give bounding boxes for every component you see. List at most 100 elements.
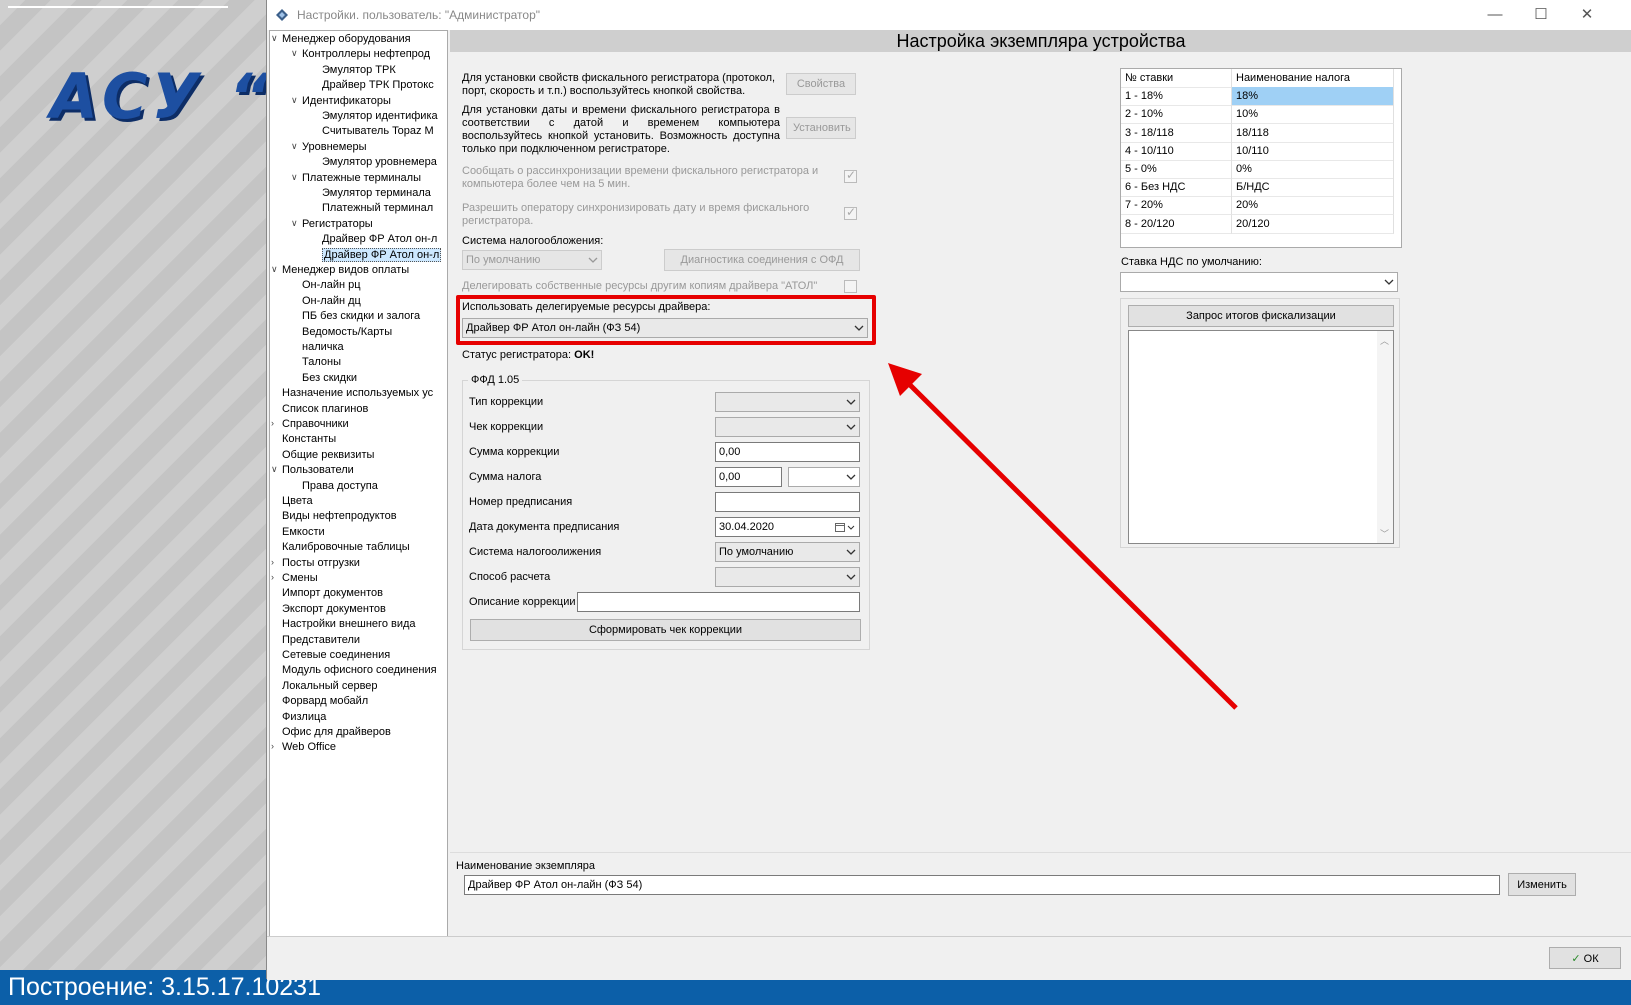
tree-item[interactable]: Драйвер ФР Атол он-л (322, 247, 442, 263)
prescription-date-picker[interactable]: 30.04.2020 (715, 517, 860, 537)
tree-item[interactable]: Эмулятор ТРК (322, 63, 396, 78)
table-cell[interactable]: 3 - 18/118 (1121, 123, 1232, 143)
tree-item[interactable]: Он-лайн дц (302, 294, 361, 309)
ffd-combo[interactable] (715, 392, 860, 412)
table-cell[interactable]: 4 - 10/110 (1121, 141, 1232, 161)
tree-item[interactable]: Без скидки (302, 371, 357, 386)
expand-toggle-icon[interactable]: › (271, 741, 274, 751)
tree-item[interactable]: Драйвер ФР Атол он-л (322, 232, 437, 247)
tree-item[interactable]: Драйвер ТРК Протокс (322, 78, 434, 93)
table-cell[interactable]: 20/120 (1232, 214, 1394, 234)
tree-item[interactable]: Идентификаторы (302, 94, 391, 109)
expand-toggle-icon[interactable]: › (271, 572, 274, 582)
tree-item[interactable]: Он-лайн рц (302, 278, 361, 293)
chevron-up-icon[interactable]: ︿ (1380, 334, 1389, 347)
expand-toggle-icon[interactable]: › (271, 557, 274, 567)
table-cell[interactable]: 1 - 18% (1121, 87, 1232, 107)
tree-item[interactable]: Сетевые соединения (282, 648, 390, 663)
chevron-down-icon[interactable]: ﹀ (1380, 527, 1389, 540)
table-cell[interactable]: 7 - 20% (1121, 196, 1232, 216)
ffd-input[interactable] (715, 492, 860, 512)
collapse-toggle-icon[interactable]: ∨ (291, 95, 298, 106)
tree-item[interactable]: Общие реквизиты (282, 448, 374, 463)
tree-item[interactable]: Импорт документов (282, 586, 383, 601)
notify-desync-checkbox[interactable] (844, 168, 857, 183)
collapse-toggle-icon[interactable]: ∨ (291, 141, 298, 152)
collapse-toggle-icon[interactable]: ∨ (291, 48, 298, 59)
ffd-input[interactable]: 0,00 (715, 442, 860, 462)
tree-item[interactable]: Форвард мобайл (282, 694, 368, 709)
rename-button[interactable]: Изменить (1508, 873, 1576, 896)
tree-item[interactable]: Платежные терминалы (302, 171, 421, 186)
collapse-toggle-icon[interactable]: ∨ (271, 464, 278, 475)
maximize-button[interactable]: ☐ (1518, 2, 1564, 28)
close-button[interactable]: ✕ (1564, 2, 1610, 28)
tree-item[interactable]: наличка (302, 340, 344, 355)
fiscal-results-memo[interactable]: ︿ ﹀ (1128, 330, 1394, 544)
tree-item[interactable]: Пользователи (282, 463, 354, 478)
ffd-combo[interactable]: По умолчанию (715, 542, 860, 562)
properties-button[interactable]: Свойства (786, 73, 856, 95)
table-cell[interactable]: 10/110 (1232, 141, 1394, 161)
tree-item[interactable]: Виды нефтепродуктов (282, 509, 397, 524)
allow-sync-checkbox[interactable] (844, 205, 857, 220)
table-cell[interactable]: 8 - 20/120 (1121, 214, 1232, 234)
tree-item[interactable]: Менеджер оборудования (282, 32, 411, 47)
ok-button[interactable]: ✓ ОК (1549, 947, 1621, 969)
tree-item[interactable]: Представители (282, 633, 360, 648)
collapse-toggle-icon[interactable]: ∨ (291, 172, 298, 183)
tree-item[interactable]: Эмулятор терминала (322, 186, 431, 201)
tree-item[interactable]: Посты отгрузки (282, 556, 360, 571)
memo-vertical-scrollbar[interactable]: ︿ ﹀ (1377, 331, 1393, 543)
tree-item[interactable]: Платежный терминал (322, 201, 433, 216)
tree-item[interactable]: Список плагинов (282, 402, 368, 417)
table-cell[interactable]: 6 - Без НДС (1121, 178, 1232, 198)
table-cell[interactable]: 18/118 (1232, 123, 1394, 143)
tree-item[interactable]: Экспорт документов (282, 602, 386, 617)
collapse-toggle-icon[interactable]: ∨ (271, 264, 278, 275)
tree-item[interactable]: Настройки внешнего вида (282, 617, 416, 632)
tax-amount-combo[interactable] (788, 467, 860, 487)
tree-item[interactable]: Калибровочные таблицы (282, 540, 410, 555)
table-cell[interactable]: 0% (1232, 160, 1394, 179)
tree-item[interactable]: Считыватель Topaz M (322, 124, 434, 139)
instance-name-input[interactable]: Драйвер ФР Атол он-лайн (ФЗ 54) (464, 875, 1500, 895)
tree-item[interactable]: Эмулятор идентифика (322, 109, 438, 124)
collapse-toggle-icon[interactable]: ∨ (291, 218, 298, 229)
tree-item[interactable]: Назначение используемых ус (282, 386, 433, 401)
table-cell[interactable]: 5 - 0% (1121, 160, 1232, 179)
table-cell[interactable]: 10% (1232, 105, 1394, 125)
table-cell[interactable]: 20% (1232, 196, 1394, 216)
tree-item[interactable]: Менеджер видов оплаты (282, 263, 409, 278)
minimize-button[interactable]: — (1472, 2, 1518, 28)
tree-item[interactable]: ПБ без скидки и залога (302, 309, 420, 324)
calendar-icon[interactable] (835, 522, 855, 533)
vat-default-select[interactable] (1120, 272, 1398, 292)
tree-item[interactable]: Смены (282, 571, 318, 586)
correction-description-input[interactable] (577, 592, 860, 612)
tree-item[interactable]: Уровнемеры (302, 140, 366, 155)
form-correction-check-button[interactable]: Сформировать чек коррекции (470, 619, 861, 641)
tree-item[interactable]: Справочники (282, 417, 349, 432)
collapse-toggle-icon[interactable]: ∨ (271, 33, 278, 44)
tree-item[interactable]: Офис для драйверов (282, 725, 391, 740)
tree-item[interactable]: Константы (282, 432, 336, 447)
tree-item[interactable]: Права доступа (302, 479, 378, 494)
tree-item[interactable]: Цвета (282, 494, 313, 509)
table-cell[interactable]: Б/НДС (1232, 178, 1394, 198)
tree-item[interactable]: Эмулятор уровнемера (322, 155, 437, 170)
tree-item[interactable]: Web Office (282, 740, 336, 755)
ffd-combo[interactable] (715, 567, 860, 587)
delegate-checkbox[interactable] (844, 280, 857, 293)
tree-item[interactable]: Контроллеры нефтепрод (302, 47, 430, 62)
tax-amount-input[interactable]: 0,00 (715, 467, 782, 487)
table-cell[interactable]: 2 - 10% (1121, 105, 1232, 125)
tree-item[interactable]: Регистраторы (302, 217, 373, 232)
settings-tree[interactable]: ‹ › Менеджер оборудования∨Контроллеры не… (269, 30, 448, 938)
ofd-diagnostics-button[interactable]: Диагностика соединения с ОФД (664, 249, 860, 271)
tree-item[interactable]: Модуль офисного соединения (282, 663, 437, 678)
ffd-combo[interactable] (715, 417, 860, 437)
tree-item[interactable]: Ведомость/Карты (302, 325, 392, 340)
tree-item[interactable]: Талоны (302, 355, 341, 370)
install-button[interactable]: Установить (786, 117, 856, 139)
